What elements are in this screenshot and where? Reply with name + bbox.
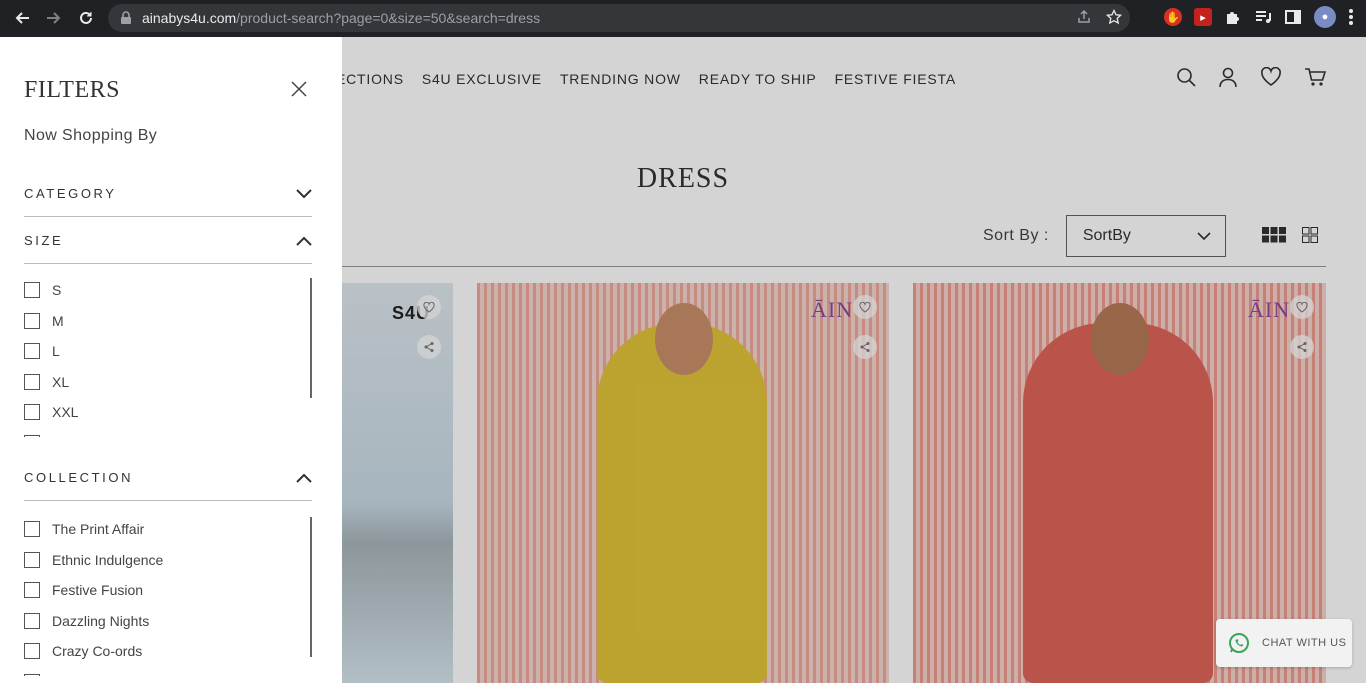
option-label: Crazy Co-ords	[52, 643, 143, 659]
option-label: XL	[52, 374, 70, 390]
checkbox[interactable]	[24, 313, 40, 329]
checkbox[interactable]	[24, 404, 40, 420]
checkbox[interactable]	[24, 582, 40, 598]
side-panel-icon[interactable]	[1284, 8, 1302, 26]
collection-option-ethnic-indulgence[interactable]: Ethnic Indulgence	[24, 552, 163, 568]
video-extension-icon[interactable]: ▸	[1194, 8, 1212, 26]
address-bar[interactable]: ainabys4u.com/product-search?page=0&size…	[108, 4, 1130, 32]
extensions-puzzle-icon[interactable]	[1224, 8, 1242, 26]
collection-option-festive-fusion[interactable]: Festive Fusion	[24, 582, 143, 598]
category-heading: CATEGORY	[24, 186, 117, 201]
close-icon[interactable]	[290, 80, 308, 98]
checkbox[interactable]	[24, 521, 40, 537]
option-label: Festive Fusion	[52, 582, 144, 598]
size-option-l[interactable]: L	[24, 343, 60, 359]
collection-heading: COLLECTION	[24, 470, 134, 485]
option-label: The Print Affair	[52, 521, 145, 537]
reload-icon[interactable]	[70, 2, 102, 34]
share-page-icon[interactable]	[1076, 9, 1092, 25]
back-icon[interactable]	[6, 2, 38, 34]
checkbox[interactable]	[24, 613, 40, 629]
size-option-xxl[interactable]: XXL	[24, 404, 78, 420]
option-label: L	[52, 343, 60, 359]
chevron-up-icon	[296, 473, 312, 483]
bookmark-star-icon[interactable]	[1106, 9, 1122, 25]
collection-option-print-affair[interactable]: The Print Affair	[24, 521, 144, 537]
profile-avatar[interactable]: ●	[1314, 6, 1336, 28]
collection-option-crazy-co-ords[interactable]: Crazy Co-ords	[24, 643, 142, 659]
checkbox[interactable]	[24, 343, 40, 359]
option-label: XXL	[52, 404, 79, 420]
size-option-xl[interactable]: XL	[24, 374, 69, 390]
whatsapp-icon	[1229, 633, 1249, 653]
forward-icon[interactable]	[38, 2, 70, 34]
now-shopping-by: Now Shopping By	[24, 127, 158, 144]
checkbox[interactable]	[24, 282, 40, 298]
media-queue-icon[interactable]	[1254, 8, 1272, 26]
lock-icon	[121, 11, 131, 24]
category-section-toggle[interactable]: CATEGORY	[24, 171, 312, 217]
option-label: Dazzling Nights	[52, 613, 150, 629]
chevron-down-icon	[296, 188, 312, 198]
size-heading: SIZE	[24, 233, 64, 248]
size-section-toggle[interactable]: SIZE	[24, 218, 312, 264]
collection-scrollbar[interactable]	[310, 517, 312, 657]
chat-with-us-button[interactable]: CHAT WITH US	[1216, 619, 1352, 667]
filter-panel: FILTERS Now Shopping By CATEGORY SIZE S …	[0, 37, 342, 683]
option-label: Ethnic Indulgence	[52, 552, 164, 568]
checkbox[interactable]	[24, 552, 40, 568]
stop-extension-icon[interactable]: ✋	[1164, 8, 1182, 26]
size-option-m[interactable]: M	[24, 313, 64, 329]
size-scrollbar[interactable]	[310, 278, 312, 398]
filter-title: FILTERS	[24, 77, 120, 103]
option-label: S	[52, 282, 62, 298]
option-label: M	[52, 313, 64, 329]
size-option-s[interactable]: S	[24, 282, 61, 298]
browser-menu-icon[interactable]	[1348, 8, 1354, 26]
checkbox[interactable]	[24, 643, 40, 659]
chevron-up-icon	[296, 236, 312, 246]
collection-option-dazzling-nights[interactable]: Dazzling Nights	[24, 613, 149, 629]
collection-section-toggle[interactable]: COLLECTION	[24, 455, 312, 501]
browser-toolbar: ainabys4u.com/product-search?page=0&size…	[0, 0, 1366, 37]
modal-backdrop[interactable]	[342, 37, 1366, 683]
url-text: ainabys4u.com/product-search?page=0&size…	[142, 10, 541, 26]
chat-label: CHAT WITH US	[1262, 637, 1347, 649]
checkbox[interactable]	[24, 374, 40, 390]
